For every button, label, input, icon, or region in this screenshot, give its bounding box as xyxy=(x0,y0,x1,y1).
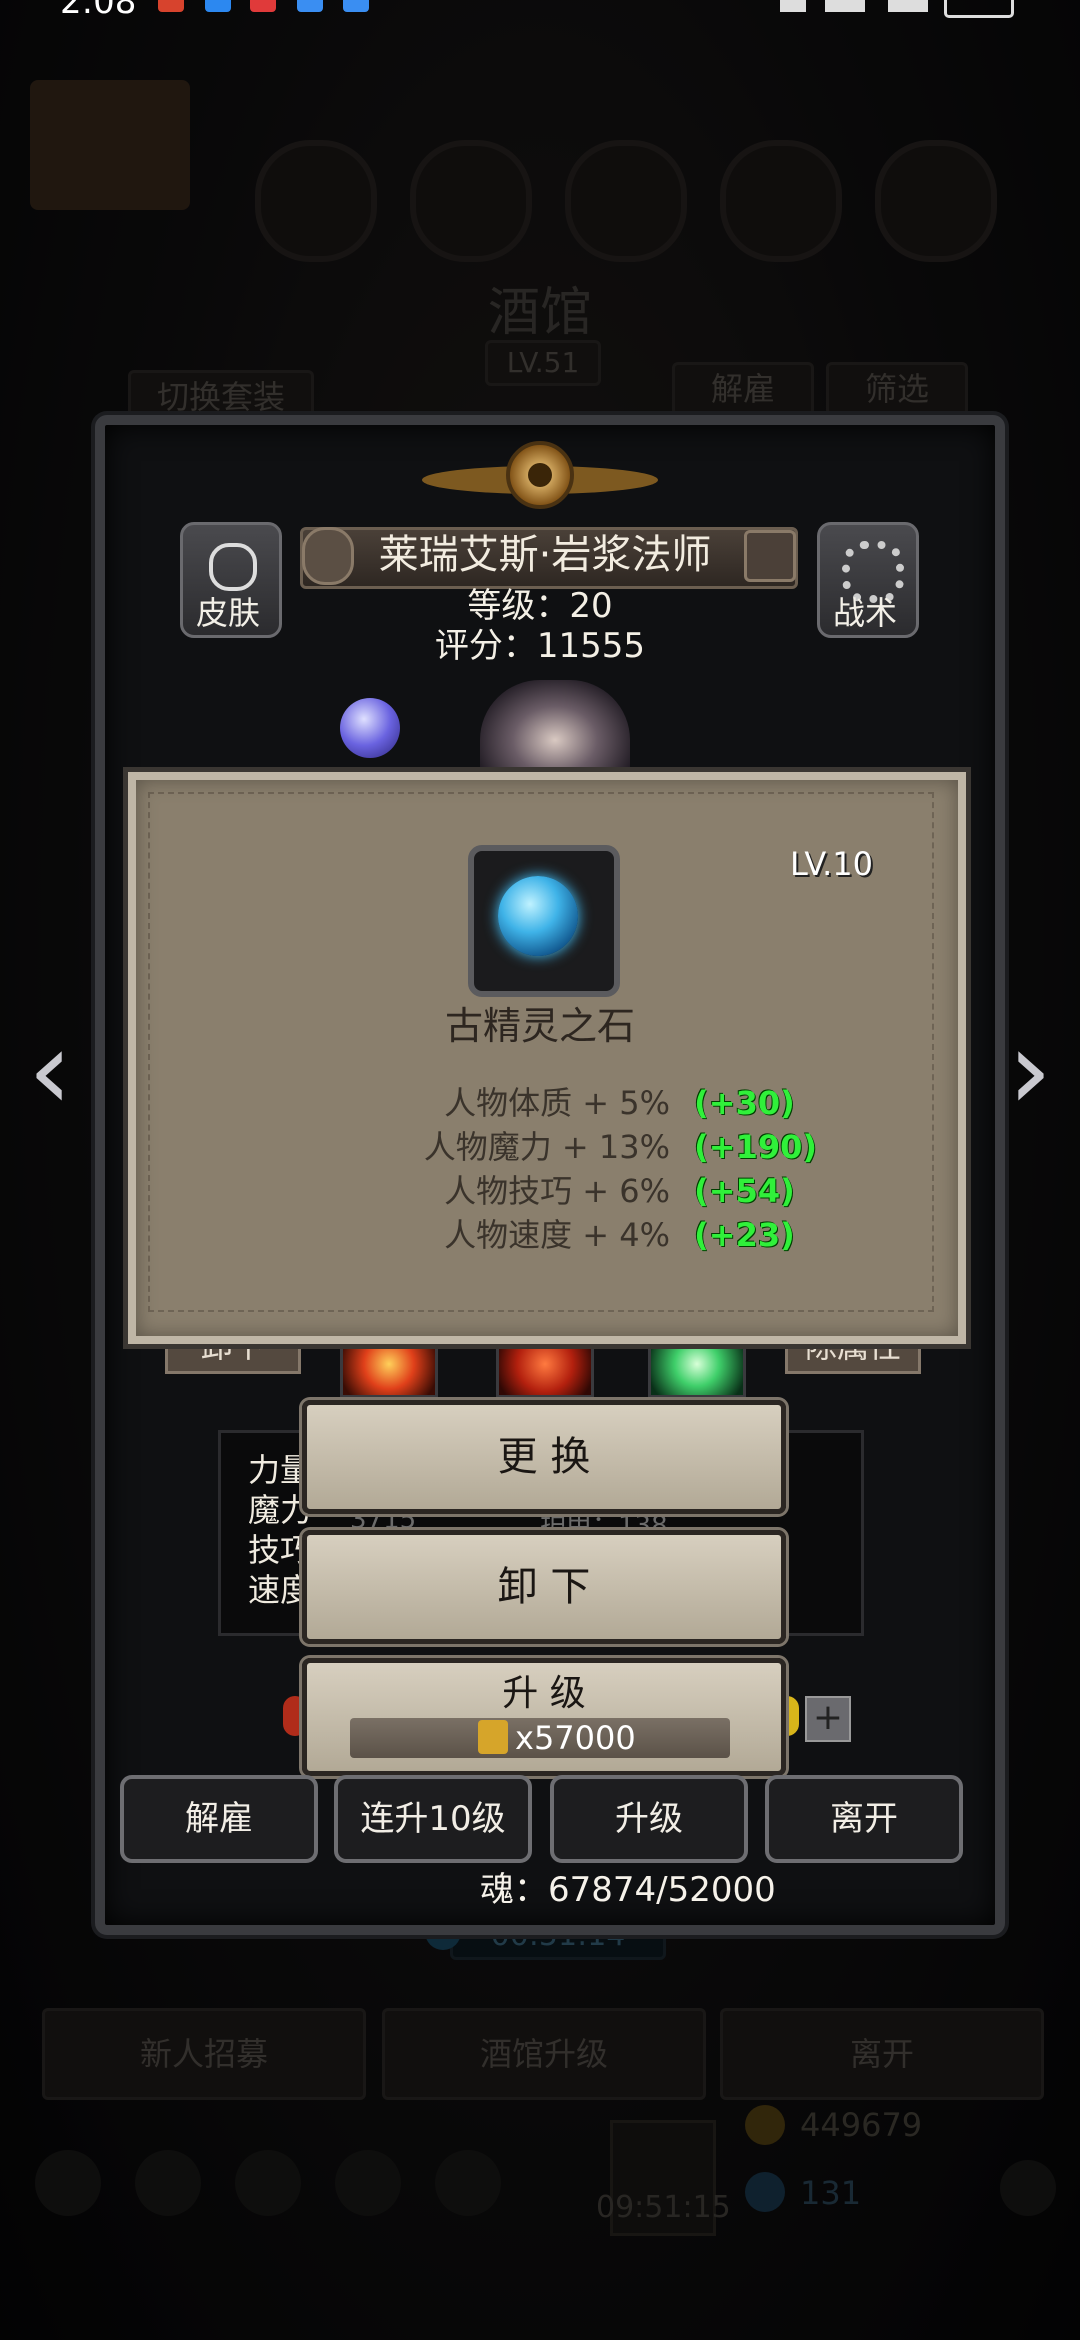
magic-orb-icon xyxy=(340,698,400,758)
bonus-extra: (+190) xyxy=(694,1128,818,1166)
bonus-row: 人物速度 + 4% (+23) xyxy=(410,1210,970,1256)
battery-icon xyxy=(944,0,1014,18)
unequip-button[interactable]: 卸 下 xyxy=(302,1530,786,1644)
ancient-elf-stone-icon xyxy=(498,876,578,956)
notification-icon xyxy=(158,0,184,12)
item-level: LV.10 xyxy=(790,845,873,883)
soul-counter: 魂：67874/52000 xyxy=(480,1870,776,1910)
clock-time: 2:08 xyxy=(60,0,137,22)
notification-icon xyxy=(343,0,369,12)
edit-name-icon[interactable] xyxy=(744,530,796,582)
level-up-10-button[interactable]: 连升10级 xyxy=(334,1775,532,1863)
bonus-row: 人物技巧 + 6% (+54) xyxy=(410,1166,970,1212)
bonus-row: 人物魔力 + 13% (+190) xyxy=(410,1122,970,1168)
upgrade-cost: x57000 xyxy=(515,1719,636,1757)
bonus-extra: (+54) xyxy=(694,1172,795,1210)
upgrade-item-label: 升 级 xyxy=(502,1673,586,1714)
level-up-button[interactable]: 升级 xyxy=(550,1775,748,1863)
previous-hero-arrow-icon[interactable]: ‹ xyxy=(15,1015,85,1125)
signal-icon xyxy=(825,0,865,12)
notification-icon xyxy=(250,0,276,12)
replace-button[interactable]: 更 换 xyxy=(302,1400,786,1514)
leave-button[interactable]: 离开 xyxy=(765,1775,963,1863)
bonus-text: 人物魔力 + 13% xyxy=(423,1128,670,1166)
emblem-ornament-icon xyxy=(422,441,658,509)
add-exp-button[interactable]: + xyxy=(805,1696,851,1742)
notification-icon xyxy=(297,0,323,12)
hero-name: 莱瑞艾斯·岩浆法师 xyxy=(378,532,712,578)
bonus-extra: (+23) xyxy=(694,1216,795,1254)
hero-portrait xyxy=(480,680,630,780)
bonus-extra: (+30) xyxy=(694,1084,795,1122)
status-bar: 2:08 xyxy=(0,0,1080,22)
dismiss-button[interactable]: 解雇 xyxy=(120,1775,318,1863)
hero-score: 评分：11555 xyxy=(434,626,646,666)
bonus-text: 人物技巧 + 6% xyxy=(444,1172,670,1210)
next-hero-arrow-icon[interactable]: › xyxy=(995,1015,1065,1125)
notification-icon xyxy=(205,0,231,12)
gold-coin-icon xyxy=(478,1720,508,1754)
signal-icon xyxy=(888,0,928,12)
item-name: 古精灵之石 xyxy=(444,1004,635,1048)
wifi-icon xyxy=(780,0,806,12)
upgrade-item-button[interactable]: 升 级 xyxy=(302,1658,786,1776)
bonus-row: 人物体质 + 5% (+30) xyxy=(410,1078,970,1124)
bonus-text: 人物速度 + 4% xyxy=(444,1216,670,1254)
bonus-text: 人物体质 + 5% xyxy=(444,1084,670,1122)
